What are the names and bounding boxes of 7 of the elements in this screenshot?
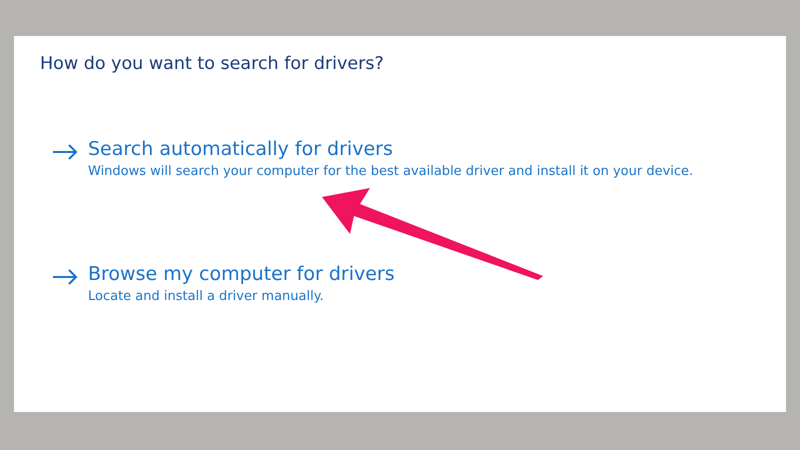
dialog-heading: How do you want to search for drivers?: [40, 54, 385, 74]
arrow-right-icon: [52, 144, 78, 160]
arrow-right-icon: [52, 269, 78, 285]
option-link[interactable]: Browse my computer for drivers: [88, 261, 395, 287]
option-description: Windows will search your computer for the best available driver and install it on your device.: [88, 163, 694, 181]
option-description: Locate and install a driver manually.: [88, 288, 324, 306]
option-link[interactable]: Search automatically for drivers: [88, 136, 393, 162]
